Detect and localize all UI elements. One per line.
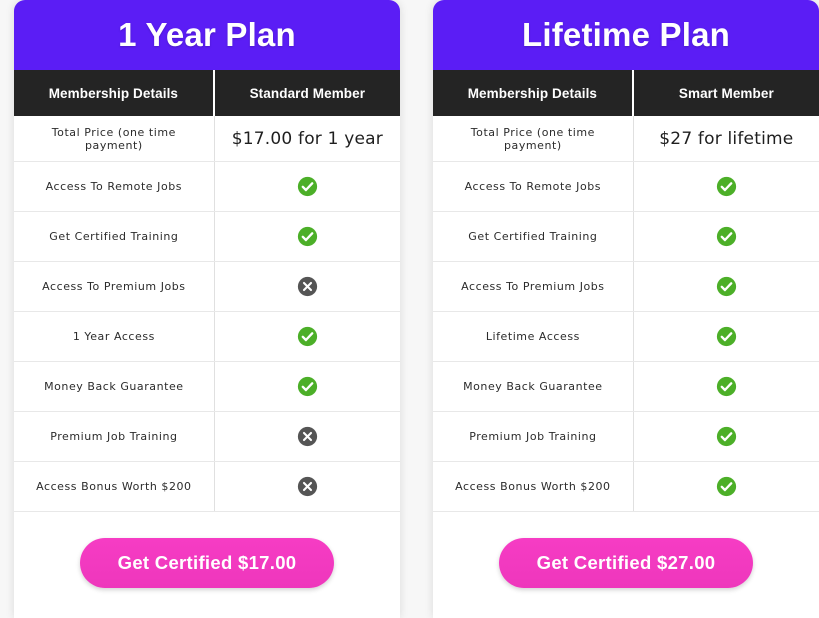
check-icon	[716, 326, 737, 347]
feature-status-cell	[634, 362, 819, 411]
check-icon	[716, 426, 737, 447]
price-value-cell: $17.00 for 1 year	[215, 116, 400, 161]
feature-label: Lifetime Access	[433, 312, 634, 361]
column-header-row: Membership Details Smart Member	[433, 70, 819, 116]
feature-label: Access Bonus Worth $200	[433, 462, 634, 511]
feature-row: Access To Premium Jobs	[14, 262, 400, 312]
price-label: Total Price (one time payment)	[14, 116, 215, 161]
feature-row: Get Certified Training	[433, 212, 819, 262]
feature-label: Premium Job Training	[433, 412, 634, 461]
cross-icon	[297, 426, 318, 447]
feature-status-cell	[634, 162, 819, 211]
feature-status-cell	[215, 262, 400, 311]
price-row: Total Price (one time payment) $27 for li…	[433, 116, 819, 162]
plan-title: 1 Year Plan	[14, 0, 400, 70]
feature-status-cell	[215, 462, 400, 511]
check-icon	[716, 226, 737, 247]
feature-status-cell	[215, 362, 400, 411]
feature-label: 1 Year Access	[14, 312, 215, 361]
feature-row: 1 Year Access	[14, 312, 400, 362]
feature-status-cell	[215, 162, 400, 211]
column-header-member: Smart Member	[678, 85, 774, 101]
card-footer: Get Certified $27.00	[433, 512, 819, 618]
feature-row: Access Bonus Worth $200	[14, 462, 400, 512]
feature-label: Access Bonus Worth $200	[14, 462, 215, 511]
feature-label: Get Certified Training	[14, 212, 215, 261]
check-icon	[297, 326, 318, 347]
price-value: $27 for lifetime	[659, 128, 794, 149]
feature-row: Money Back Guarantee	[14, 362, 400, 412]
feature-label: Access To Remote Jobs	[14, 162, 215, 211]
plan-card: Lifetime Plan Membership Details Smart Mem…	[433, 0, 819, 618]
feature-label: Access To Premium Jobs	[433, 262, 634, 311]
feature-row: Get Certified Training	[14, 212, 400, 262]
column-header-features: Membership Details	[433, 70, 634, 116]
feature-row: Money Back Guarantee	[433, 362, 819, 412]
feature-status-cell	[634, 412, 819, 461]
check-icon	[297, 376, 318, 397]
get-certified-button[interactable]: Get Certified $17.00	[79, 538, 335, 588]
feature-row: Access To Remote Jobs	[433, 162, 819, 212]
price-label: Total Price (one time payment)	[433, 116, 634, 161]
feature-status-cell	[215, 412, 400, 461]
plan-card: 1 Year Plan Membership Details Standard Me…	[14, 0, 400, 618]
feature-row: Access To Remote Jobs	[14, 162, 400, 212]
feature-status-cell	[634, 212, 819, 261]
feature-status-cell	[215, 212, 400, 261]
check-icon	[297, 176, 318, 197]
feature-label: Premium Job Training	[14, 412, 215, 461]
card-footer: Get Certified $17.00	[14, 512, 400, 618]
cross-icon	[297, 276, 318, 297]
price-value-cell: $27 for lifetime	[634, 116, 819, 161]
check-icon	[297, 226, 318, 247]
price-value: $17.00 for 1 year	[231, 128, 383, 149]
column-header-features: Membership Details	[14, 70, 215, 116]
feature-row: Access To Premium Jobs	[433, 262, 819, 312]
check-icon	[716, 476, 737, 497]
feature-status-cell	[634, 462, 819, 511]
check-icon	[716, 176, 737, 197]
pricing-comparison-board: 1 Year Plan Membership Details Standard Me…	[0, 0, 819, 618]
column-header-row: Membership Details Standard Member	[14, 70, 400, 116]
feature-status-cell	[634, 312, 819, 361]
get-certified-button[interactable]: Get Certified $27.00	[498, 538, 754, 588]
check-icon	[716, 276, 737, 297]
feature-row: Access Bonus Worth $200	[433, 462, 819, 512]
price-row: Total Price (one time payment) $17.00 for…	[14, 116, 400, 162]
feature-label: Money Back Guarantee	[433, 362, 634, 411]
check-icon	[716, 376, 737, 397]
cross-icon	[297, 476, 318, 497]
feature-status-cell	[215, 312, 400, 361]
feature-status-cell	[634, 262, 819, 311]
feature-label: Access To Remote Jobs	[433, 162, 634, 211]
feature-label: Access To Premium Jobs	[14, 262, 215, 311]
column-header-member: Standard Member	[249, 85, 366, 101]
feature-label: Get Certified Training	[433, 212, 634, 261]
feature-row: Lifetime Access	[433, 312, 819, 362]
feature-label: Money Back Guarantee	[14, 362, 215, 411]
plan-title: Lifetime Plan	[433, 0, 819, 70]
feature-row: Premium Job Training	[433, 412, 819, 462]
feature-row: Premium Job Training	[14, 412, 400, 462]
